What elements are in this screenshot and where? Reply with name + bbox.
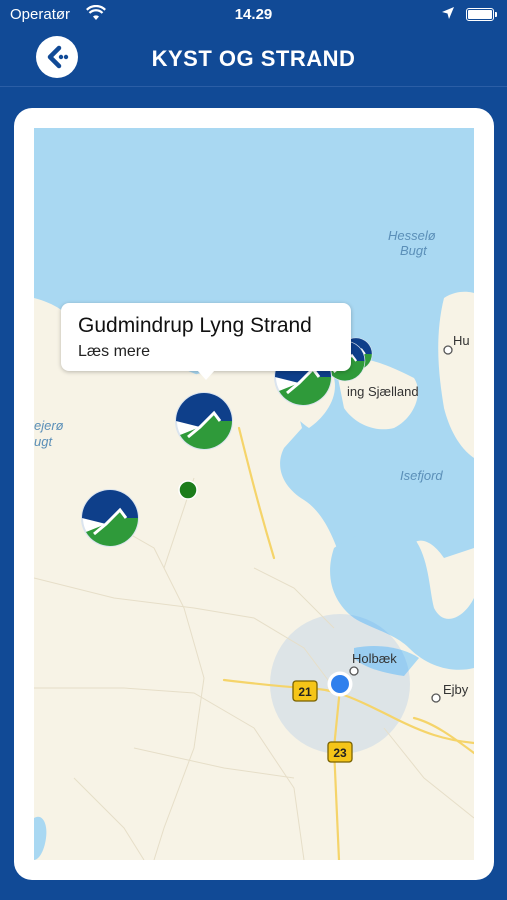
beach-logo-icon [81,489,139,547]
town-dot-ejby [431,693,441,703]
callout-title: Gudmindrup Lyng Strand [78,314,312,337]
road-21-label: 21 [298,685,312,699]
road-badge-21: 21 [292,680,318,702]
road-badge-23: 23 [327,741,353,763]
town-label-hu: Hu [453,333,470,348]
water-label-hesselo: Hesselø [388,228,436,243]
callout-pointer [197,370,215,380]
green-dot-icon [178,480,198,500]
status-time: 14.29 [234,6,273,23]
water-label-sejero: ejerø [34,418,64,433]
status-bar: Operatør 14.29 [0,0,507,30]
battery-icon [466,8,497,21]
page-title: KYST OG STRAND [151,46,356,71]
town-label-holbaek: Holbæk [352,651,397,666]
town-label-ejby: Ejby [443,682,469,697]
beach-logo-icon [175,392,233,450]
map-view[interactable]: 21 23 Hesselø Bugt Isefjord ejerø ugt Hu… [34,128,474,860]
town-label-sjaelland: ing Sjælland [347,384,419,399]
beach-callout[interactable]: Gudmindrup Lyng Strand Læs mere [61,303,351,380]
town-dot-hu [443,345,453,355]
location-arrow-icon [441,6,455,24]
read-more-link[interactable]: Læs mere [78,343,150,361]
header-bar: KYST OG STRAND [0,30,507,87]
road-23-label: 23 [333,746,347,760]
water-label-bugt: Bugt [400,243,427,258]
water-label-isefjord: Isefjord [400,468,443,483]
water-label-sejero-bugt: ugt [34,434,53,449]
user-location-icon [327,671,353,697]
